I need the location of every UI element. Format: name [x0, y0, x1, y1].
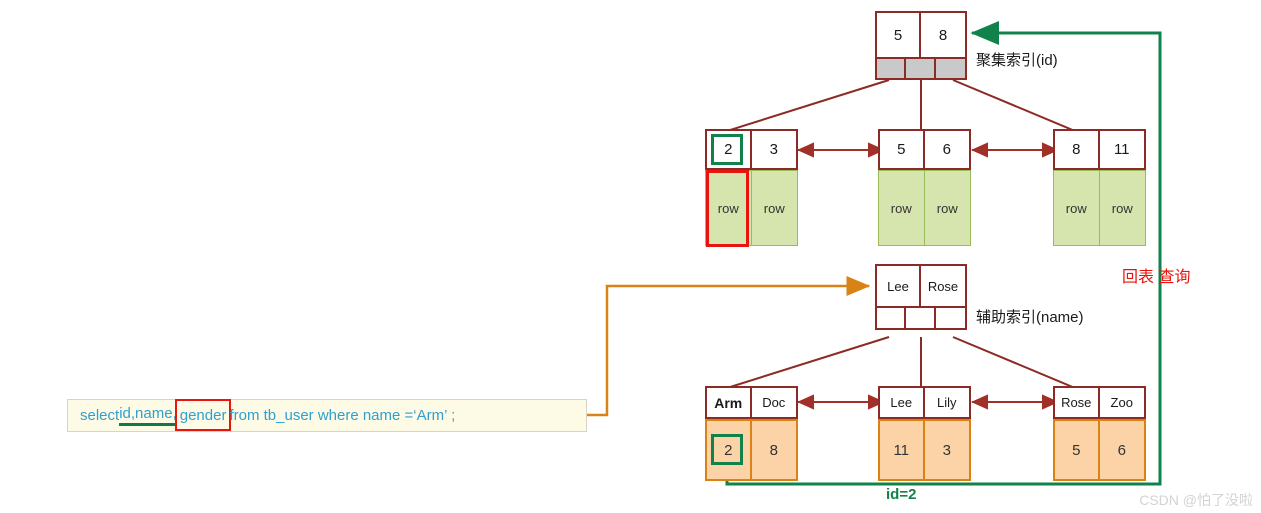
- secondary-leaf-2-key-1: Zoo: [1099, 388, 1144, 417]
- secondary-root-key-0: Lee: [877, 266, 921, 306]
- clustered-root-node: 5 8: [875, 11, 967, 80]
- secondary-leaf-node-2: Rose Zoo 5 6: [1053, 386, 1146, 481]
- secondary-leaf-1-values: 11 3: [878, 419, 971, 481]
- clustered-root-pointer-0: [877, 59, 907, 78]
- secondary-root-keys: Lee Rose: [875, 264, 967, 308]
- clustered-leaf-0-row-1: row: [751, 171, 797, 245]
- clustered-leaf-1-row-1: row: [924, 171, 970, 245]
- sql-query-box: select id,name, gender from tb_user wher…: [67, 399, 587, 432]
- clustered-leaf-1-rows: row row: [878, 170, 971, 246]
- clustered-leaf-0-key-1: 3: [751, 131, 796, 168]
- clustered-leaf-2-rows: row row: [1053, 170, 1146, 246]
- clustered-root-key-0: 5: [877, 13, 921, 57]
- secondary-leaf-1-value-1: 3: [924, 421, 969, 479]
- secondary-leaf-node-1: Lee Lily 11 3: [878, 386, 971, 481]
- clustered-index-title: 聚集索引(id): [976, 52, 1058, 69]
- sql-from-where: from tb_user where name =: [229, 407, 414, 424]
- secondary-leaf-1-key-0: Lee: [880, 388, 925, 417]
- secondary-leaf-0-values: 2 8: [705, 419, 798, 481]
- clustered-leaf-1-keys: 5 6: [878, 129, 971, 170]
- lookup-annotation: 回表 查询: [1122, 269, 1191, 286]
- clustered-leaf-0-key-0: 2: [707, 131, 752, 168]
- clustered-leaf-node-0: 2 3 row row: [705, 129, 798, 246]
- secondary-leaf-0-value-1: 8: [751, 421, 796, 479]
- clustered-leaf-node-1: 5 6 row row: [878, 129, 971, 246]
- watermark: CSDN @怕了没啦: [1139, 492, 1253, 508]
- sql-literal-value: ‘Arm’ ;: [413, 407, 456, 424]
- secondary-root-node: Lee Rose: [875, 264, 967, 330]
- clustered-leaf-2-key-0: 8: [1055, 131, 1100, 168]
- clustered-leaf-1-key-1: 6: [924, 131, 969, 168]
- secondary-leaf-1-value-0: 11: [880, 421, 925, 479]
- clustered-leaf-1-row-0: row: [879, 171, 925, 245]
- secondary-root-key-1: Rose: [921, 266, 965, 306]
- secondary-leaf-0-key-1: Doc: [751, 388, 796, 417]
- secondary-leaf-2-value-0: 5: [1055, 421, 1100, 479]
- clustered-leaf-2-keys: 8 11: [1053, 129, 1146, 170]
- clustered-leaf-node-2: 8 11 row row: [1053, 129, 1146, 246]
- secondary-leaf-1-keys: Lee Lily: [878, 386, 971, 419]
- secondary-leaf-2-keys: Rose Zoo: [1053, 386, 1146, 419]
- clustered-root-keys: 5 8: [875, 11, 967, 59]
- clustered-leaf-0-rows: row row: [705, 170, 798, 246]
- secondary-leaf-0-value-0: 2: [707, 421, 752, 479]
- secondary-leaf-node-0: Arm Doc 2 8: [705, 386, 798, 481]
- secondary-root-pointer-1: [906, 308, 936, 328]
- secondary-leaf-2-value-1: 6: [1099, 421, 1144, 479]
- clustered-leaf-2-row-1: row: [1099, 171, 1145, 245]
- clustered-leaf-0-keys: 2 3: [705, 129, 798, 170]
- diagram-canvas: 5 8 聚集索引(id) 2 3 row row 5 6 row row 8 1…: [0, 0, 1261, 513]
- id-equals-annotation: id=2: [886, 486, 917, 503]
- clustered-root-pointers: [875, 59, 967, 80]
- sql-select-keyword: select: [80, 407, 120, 424]
- sql-covered-columns: id,name,: [119, 405, 177, 426]
- sql-uncovered-column: gender: [174, 399, 232, 431]
- clustered-leaf-2-row-0: row: [1054, 171, 1100, 245]
- secondary-leaf-2-values: 5 6: [1053, 419, 1146, 481]
- clustered-leaf-1-key-0: 5: [880, 131, 925, 168]
- secondary-root-pointers: [875, 308, 967, 330]
- secondary-leaf-2-key-0: Rose: [1055, 388, 1100, 417]
- secondary-index-title: 辅助索引(name): [976, 309, 1084, 326]
- clustered-root-pointer-1: [906, 59, 936, 78]
- secondary-root-pointer-0: [877, 308, 907, 328]
- clustered-root-key-1: 8: [921, 13, 965, 57]
- secondary-root-pointer-2: [935, 308, 965, 328]
- clustered-root-pointer-2: [935, 59, 965, 78]
- clustered-leaf-2-key-1: 11: [1099, 131, 1144, 168]
- clustered-leaf-0-row-0: row: [706, 171, 752, 245]
- secondary-leaf-0-key-0: Arm: [707, 388, 752, 417]
- secondary-leaf-0-keys: Arm Doc: [705, 386, 798, 419]
- secondary-leaf-1-key-1: Lily: [924, 388, 969, 417]
